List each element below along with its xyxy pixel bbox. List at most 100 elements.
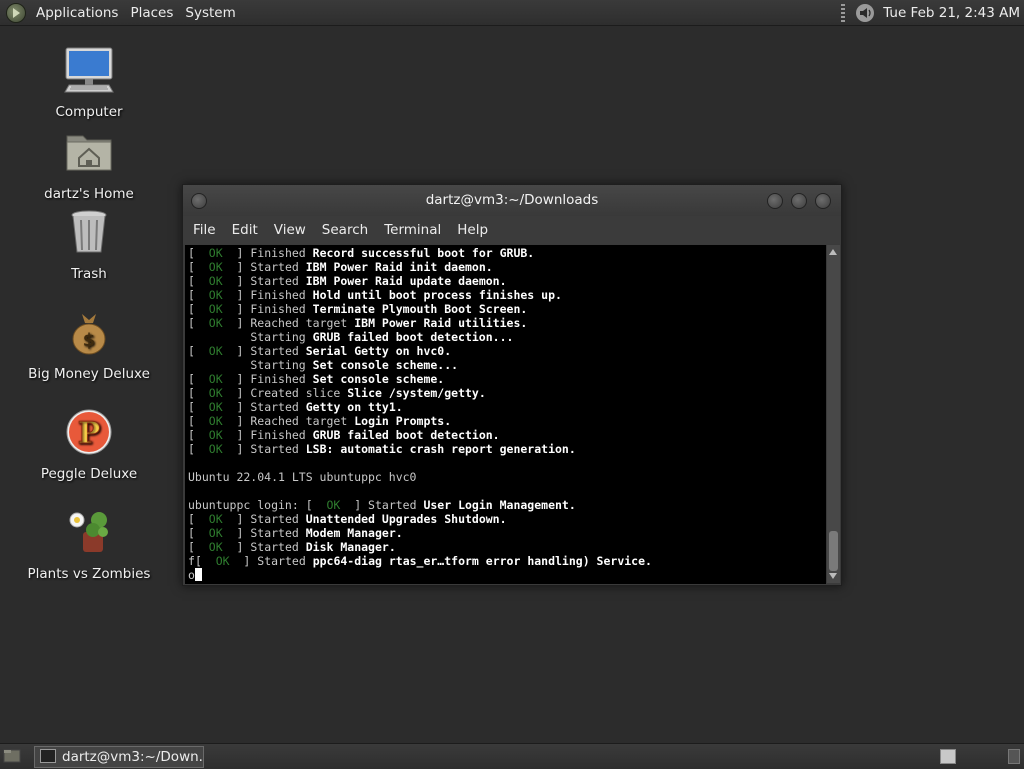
desktop-icon-label: Computer [55,104,123,120]
ok-status: OK [208,442,223,456]
log-line: [ OK ] Started Disk Manager. [188,540,396,554]
home-folder-icon [66,135,112,171]
maximize-button[interactable] [791,193,807,209]
panel-tray: Tue Feb 21, 2:43 AM [841,0,1024,25]
log-line: [ OK ] Finished Terminate Plymouth Boot … [188,302,528,316]
terminal-window: dartz@vm3:~/Downloads File Edit View Sea… [182,184,842,586]
panel-menus: Applications Places System [6,0,242,25]
log-target: Modem Manager. [305,526,403,540]
workspace-2[interactable] [1008,749,1020,764]
svg-text:P: P [78,416,101,451]
log-target: IBM Power Raid update daemon. [305,274,507,288]
log-verb: Created slice [250,386,341,400]
show-desktop-icon[interactable] [3,747,21,765]
log-line: [ OK ] Reached target IBM Power Raid uti… [188,316,528,330]
ok-status: OK [208,512,223,526]
clock[interactable]: Tue Feb 21, 2:43 AM [883,5,1020,21]
minimize-button[interactable] [767,193,783,209]
ok-status: OK [208,540,223,554]
money-bag-icon: $ [72,314,106,355]
window-menu-button[interactable] [191,193,207,209]
desktop-icon-big-money[interactable]: $ Big Money Deluxe [14,306,164,382]
log-target: ppc64-diag rtas_er…tform error handling)… [312,554,652,568]
volume-icon[interactable] [855,3,875,23]
boot-log: [ OK ] Finished Record successful boot f… [185,246,826,456]
menu-view[interactable]: View [266,222,314,238]
login-banner: Ubuntu 22.04.1 LTS ubuntuppc hvc0 [188,470,417,484]
top-panel: Applications Places System Tue Feb 21, 2… [0,0,1024,26]
log-verb: Started [250,442,299,456]
scroll-down-arrow-icon[interactable] [829,573,837,579]
log-target: Login Prompts. [354,414,452,428]
scrollbar-thumb[interactable] [829,531,838,571]
log-target: Set console scheme. [312,372,445,386]
log-line: [ OK ] Created slice Slice /system/getty… [188,386,486,400]
terminal-output[interactable]: [ OK ] Finished Record successful boot f… [185,245,826,584]
menu-edit[interactable]: Edit [224,222,266,238]
desktop-icon-plants-vs-zombies[interactable]: Plants vs Zombies [14,506,164,582]
panel-handle[interactable] [841,3,846,22]
login-prompt-line: ubuntuppc login: [ OK ] Started User Log… [188,498,576,512]
log-line: [ OK ] Started Modem Manager. [188,526,403,540]
log-target: LSB: automatic crash report generation. [305,442,576,456]
log-line: [ OK ] Started Serial Getty on hvc0. [188,344,452,358]
ok-status: OK [326,498,341,512]
desktop-icon-label: Trash [71,266,107,282]
system-menu[interactable]: System [179,5,241,21]
terminal-scrollbar[interactable] [827,245,840,583]
ok-status: OK [208,344,223,358]
desktop-icon-trash[interactable]: Trash [14,206,164,282]
applications-menu[interactable]: Applications [30,5,124,21]
scroll-up-arrow-icon[interactable] [829,249,837,255]
desktop-icon-label: Peggle Deluxe [40,466,138,482]
log-verb: Started [257,554,306,568]
menu-file[interactable]: File [185,222,224,238]
log-target: Set console scheme... [312,358,459,372]
desktop-icon-home[interactable]: dartz's Home [14,126,164,202]
ok-status: OK [208,246,223,260]
desktop-icon-peggle[interactable]: P Peggle Deluxe [14,406,164,482]
ok-status: OK [208,260,223,274]
distro-logo-icon[interactable] [6,2,26,23]
bottom-panel: dartz@vm3:~/Down... [0,743,1024,769]
ok-status: OK [208,274,223,288]
ok-status: OK [208,428,223,442]
ok-status: OK [208,288,223,302]
ok-status: OK [208,316,223,330]
boot-log-2: [ OK ] Started Unattended Upgrades Shutd… [185,512,826,554]
log-line: [ OK ] Reached target Login Prompts. [188,414,452,428]
window-titlebar[interactable]: dartz@vm3:~/Downloads [183,185,841,216]
close-button[interactable] [815,193,831,209]
log-line: [ OK ] Started IBM Power Raid init daemo… [188,260,493,274]
menu-search[interactable]: Search [314,222,376,238]
log-verb: Started [250,540,299,554]
log-verb: Reached target [250,414,348,428]
log-target: Serial Getty on hvc0. [305,344,452,358]
log-verb: Finished [250,288,306,302]
ok-status: OK [208,386,223,400]
desktop-icon-label: dartz's Home [44,186,134,202]
menu-help[interactable]: Help [449,222,496,238]
log-line: [ OK ] Finished Record successful boot f… [188,246,535,260]
log-verb: Started [250,400,299,414]
terminal-icon [40,749,56,763]
log-target: IBM Power Raid utilities. [354,316,528,330]
desktop-icon-label: Big Money Deluxe [28,366,150,382]
log-line: [ OK ] Finished Hold until boot process … [188,288,562,302]
menu-terminal[interactable]: Terminal [376,222,449,238]
log-verb: Finished [250,246,306,260]
log-target: User Login Management. [423,498,576,512]
input-line[interactable]: o [185,568,826,582]
log-verb: Finished [250,302,306,316]
log-target: Slice /system/getty. [347,386,486,400]
log-line: [ OK ] Started IBM Power Raid update dae… [188,274,507,288]
log-verb: Starting [250,358,306,372]
desktop-icon-computer[interactable]: Computer [14,44,164,120]
taskbar-button-terminal[interactable]: dartz@vm3:~/Down... [34,746,204,768]
window-menubar: File Edit View Search Terminal Help [183,216,841,244]
ok-status: OK [208,414,223,428]
places-menu[interactable]: Places [124,5,179,21]
workspace-1[interactable] [940,749,956,764]
